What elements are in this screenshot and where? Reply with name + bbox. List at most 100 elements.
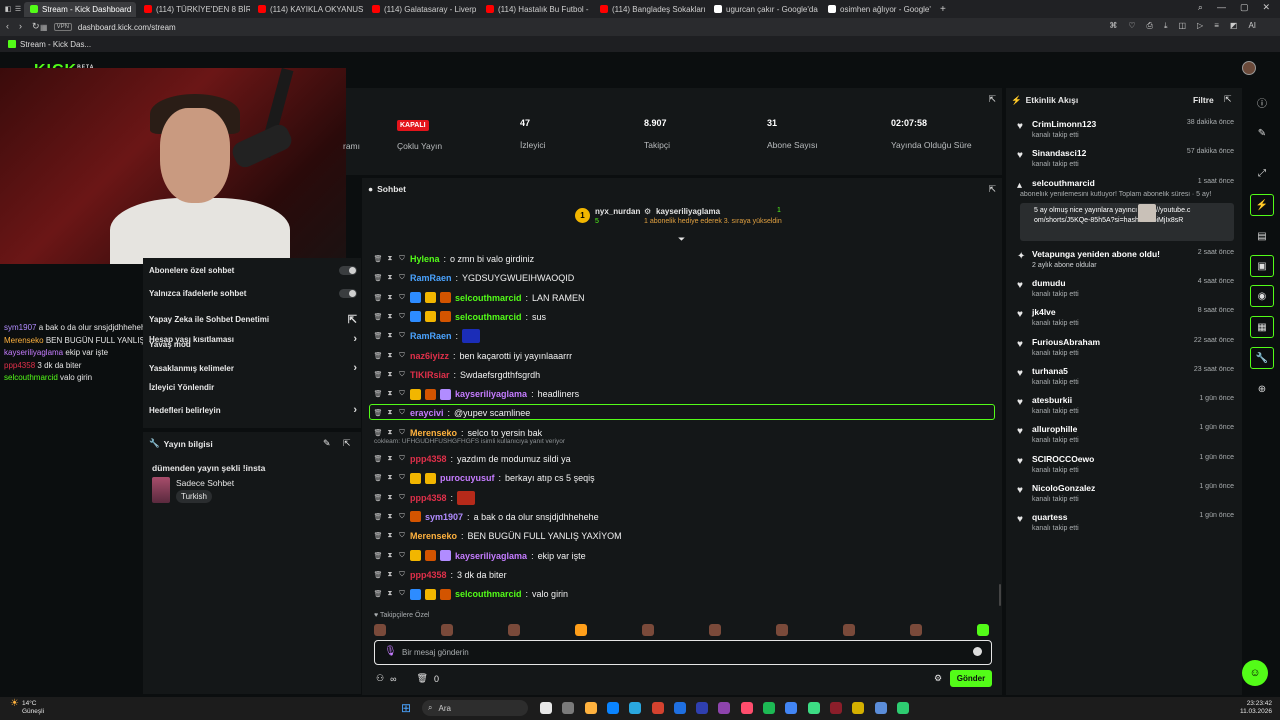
taskbar-app-icon[interactable] — [807, 702, 820, 714]
chat-message[interactable]: 🗑 ⧗ ⛉ eraycivi: @yupev scamlinee — [374, 406, 531, 420]
chat-message[interactable]: 🗑 ⧗ ⛉ kayseriliyaglama: ekip var işte — [374, 549, 586, 563]
maximize-icon[interactable]: ▢ — [1240, 2, 1249, 13]
taskbar-app-icon[interactable] — [874, 702, 887, 714]
chat-username[interactable]: selcouthmarcid — [455, 589, 522, 599]
scrollbar[interactable] — [999, 584, 1001, 606]
setting-row[interactable]: Yalnızca ifadelerle sohbet — [149, 289, 357, 298]
menu-icon[interactable]: ≡ — [1214, 21, 1219, 31]
trash-icon[interactable]: 🗑 — [374, 352, 383, 360]
shield-icon[interactable]: ⛉ — [398, 255, 406, 263]
popout-icon[interactable]: ⇱ — [988, 184, 996, 195]
popout-icon[interactable]: ⇱ — [343, 438, 351, 449]
timeout-icon[interactable]: ⧗ — [386, 332, 394, 340]
popout-icon[interactable]: ⇱ — [988, 94, 996, 105]
trash-icon[interactable]: 🗑 — [374, 494, 383, 502]
timeout-icon[interactable]: ⧗ — [386, 313, 394, 321]
chat-message[interactable]: 🗑 ⧗ ⛉ ppp4358: — [374, 490, 476, 505]
chat-username[interactable]: purocuyusuf — [440, 473, 495, 483]
timeout-icon[interactable]: ⧗ — [386, 255, 394, 263]
screenshot-icon[interactable]: ⎙ — [1147, 21, 1153, 31]
chat-message[interactable]: 🗑 ⧗ ⛉ Merenseko: BEN BUGÜN FULL YANLIŞ YAXİY… — [374, 529, 622, 543]
leader-name[interactable]: nyx_nurdan — [595, 207, 640, 216]
browser-tab[interactable]: (114) Hastalık Bu Futbol - — [480, 2, 592, 17]
external-link-icon[interactable]: ⇱ — [348, 313, 357, 326]
bolt-panel-icon[interactable]: ⚡ — [1250, 194, 1274, 216]
play-icon[interactable]: ▷ — [1197, 21, 1203, 31]
filter-button[interactable]: Filtre — [1193, 95, 1214, 105]
trash-icon[interactable]: 🗑 — [374, 332, 383, 340]
back-icon[interactable]: ‹ — [6, 21, 9, 32]
browser-tab[interactable]: Stream - Kick Dashboard — [24, 1, 136, 17]
chat-message[interactable]: 🗑 ⧗ ⛉ selcouthmarcid: sus — [374, 310, 546, 324]
add-widget-icon[interactable]: ⊕ — [1250, 378, 1274, 400]
setting-row[interactable]: Hedefleri belirleyin › — [149, 404, 357, 416]
trash-icon[interactable]: 🗑 — [374, 513, 383, 521]
chat-message[interactable]: 🗑 ⧗ ⛉ RamRaen: — [374, 329, 481, 344]
quick-emote-icon[interactable] — [843, 624, 855, 636]
url-text[interactable]: dashboard.kick.com/stream — [78, 23, 176, 32]
chat-message[interactable]: 🗑 ⧗ ⛉ sym1907: a bak o da olur snsjdjdhheheh… — [374, 510, 599, 524]
gifter-name[interactable]: kayseriliyaglama — [656, 207, 720, 216]
browser-tab[interactable]: osimhen ağlıyor - Google' — [822, 2, 934, 17]
expand-icon[interactable]: ⤢ — [1250, 162, 1274, 184]
chat-username[interactable]: naz6iyizz — [410, 351, 449, 361]
timeout-icon[interactable]: ⧗ — [386, 429, 394, 437]
browser-menu-icon[interactable]: ◧ — [4, 5, 12, 13]
setting-row[interactable]: Yapay Zeka ile Sohbet Denetimi ⇱ — [149, 313, 357, 326]
quick-emote-icon[interactable] — [441, 624, 453, 636]
chat-username[interactable]: selcouthmarcid — [455, 293, 522, 303]
chat-message[interactable]: 🗑 ⧗ ⛉ ppp4358:3 dk da biter — [374, 568, 507, 582]
quick-emote-icon[interactable] — [709, 624, 721, 636]
chat-message[interactable]: 🗑 ⧗ ⛉ purocuyusuf: berkayı atıp cs 5 şeqiş — [374, 471, 595, 485]
timeout-icon[interactable]: ⧗ — [386, 552, 394, 560]
vpn-badge[interactable]: VPN — [53, 23, 72, 31]
chat-input[interactable]: 🎙 Bir mesaj gönderin — [374, 640, 992, 665]
trash-icon[interactable]: 🗑 — [374, 313, 383, 321]
trash-icon[interactable]: 🗑 — [374, 552, 383, 560]
chat-username[interactable]: selcouthmarcid — [455, 312, 522, 322]
timeout-icon[interactable]: ⧗ — [386, 409, 394, 417]
quick-emote-icon[interactable] — [776, 624, 788, 636]
bookmark-icon[interactable]: ♡ — [1128, 21, 1135, 31]
chat-username[interactable]: RamRaen — [410, 331, 452, 341]
shield-icon[interactable]: ⛉ — [398, 371, 406, 379]
chat-username[interactable]: kayseriliyaglama — [455, 389, 527, 399]
tab-list-icon[interactable]: ☰ — [14, 5, 22, 13]
shield-icon[interactable]: ⛉ — [398, 352, 406, 360]
taskbar-app-icon[interactable] — [562, 702, 575, 714]
trash-icon[interactable]: 🗑 — [374, 294, 383, 302]
taskbar-app-icon[interactable] — [696, 702, 709, 714]
setting-row[interactable]: Yasaklanmış kelimeler › — [149, 362, 357, 374]
browser-tab[interactable]: (114) Galatasaray - Liverp — [366, 2, 478, 17]
timeout-icon[interactable]: ⧗ — [386, 455, 394, 463]
shield-icon[interactable]: ⛉ — [398, 313, 406, 321]
timeout-icon[interactable]: ⧗ — [386, 571, 394, 579]
info-icon[interactable]: ⓘ — [1250, 91, 1274, 113]
taskbar-search[interactable]: ⌕ Ara — [422, 700, 528, 716]
chevron-right-icon[interactable]: › — [353, 404, 357, 416]
wallet-icon[interactable]: ◩ — [1230, 21, 1238, 31]
browser-tab[interactable]: (114) KAYIKLA OKYANUS — [252, 2, 364, 17]
shield-icon[interactable]: ⛉ — [398, 494, 406, 502]
shield-icon[interactable]: ⛉ — [398, 513, 406, 521]
shield-icon[interactable]: ⛉ — [398, 390, 406, 398]
taskbar-app-icon[interactable] — [852, 702, 865, 714]
shield-icon[interactable]: ⛉ — [398, 332, 406, 340]
chat-message[interactable]: 🗑 ⧗ ⛉ TIKIRsiar: Swdaefsrgdthfsgrdh — [374, 368, 541, 382]
chat-message[interactable]: 🗑 ⧗ ⛉ ppp4358: yazdım de modumuz sildi ya — [374, 452, 571, 466]
chat-panel-icon[interactable]: ▣ — [1250, 255, 1274, 277]
chat-username[interactable]: eraycivi — [410, 408, 444, 418]
chat-message[interactable]: 🗑 ⧗ ⛉ RamRaen: YGDSUYGWUEIHWAOQID — [374, 271, 575, 285]
trash-icon[interactable]: 🗑 — [374, 532, 383, 540]
mic-icon[interactable]: 🎙 — [384, 646, 397, 657]
timeout-icon[interactable]: ⧗ — [386, 494, 394, 502]
settings-gear-icon[interactable]: ⚙ — [934, 673, 942, 684]
chat-username[interactable]: kayseriliyaglama — [455, 551, 527, 561]
timeout-icon[interactable]: ⧗ — [386, 390, 394, 398]
new-tab-icon[interactable]: + — [940, 4, 946, 15]
search-icon[interactable]: ⌕ — [1198, 2, 1203, 13]
chat-username[interactable]: Merenseko — [410, 531, 457, 541]
taskbar-app-icon[interactable] — [740, 702, 753, 714]
stats-panel-icon[interactable]: ▦ — [1250, 316, 1274, 338]
shield-icon[interactable]: ⛉ — [398, 274, 406, 282]
